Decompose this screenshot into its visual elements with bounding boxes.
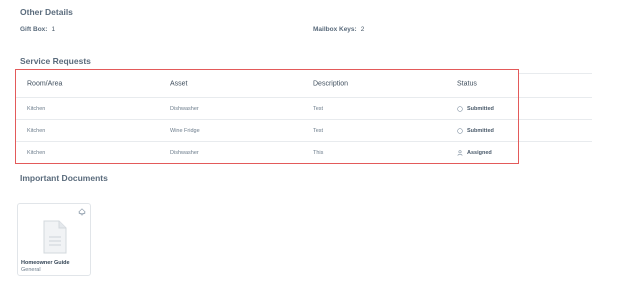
description-cell: Test	[313, 105, 324, 112]
mailbox-keys-label: Mailbox Keys:	[313, 26, 357, 33]
document-category: General	[21, 267, 41, 273]
description-cell: Test	[313, 127, 324, 134]
asset-cell: Dishwasher	[170, 105, 199, 112]
service-requests-table: Room/Area Asset Description Status Kitch…	[15, 69, 519, 164]
row-divider	[519, 97, 592, 98]
status-cell: Assigned	[457, 150, 492, 156]
user-icon	[457, 150, 463, 156]
room-cell: Kitchen	[27, 105, 46, 112]
mailbox-keys-field: Mailbox Keys: 2	[313, 26, 364, 33]
table-row[interactable]: Kitchen Wine Fridge Test Submitted	[16, 120, 518, 142]
room-cell: Kitchen	[27, 150, 46, 156]
gift-box-field: Gift Box: 1	[20, 26, 55, 33]
share-icon[interactable]	[78, 208, 86, 216]
other-details-title: Other Details	[20, 7, 73, 17]
table-header-row: Room/Area Asset Description Status	[16, 70, 518, 98]
column-header-room[interactable]: Room/Area	[27, 80, 62, 87]
status-cell: Submitted	[457, 106, 494, 112]
room-cell: Kitchen	[27, 127, 46, 134]
gift-box-label: Gift Box:	[20, 26, 48, 33]
column-header-status[interactable]: Status	[457, 80, 477, 87]
document-icon	[43, 220, 67, 254]
table-row[interactable]: Kitchen Dishwasher This Assigned	[16, 142, 518, 164]
important-documents-title: Important Documents	[20, 173, 108, 183]
document-name: Homeowner Guide	[21, 260, 70, 266]
table-row[interactable]: Kitchen Dishwasher Test Submitted	[16, 98, 518, 120]
status-label: Submitted	[467, 127, 494, 134]
column-header-description[interactable]: Description	[313, 80, 348, 87]
status-label: Submitted	[467, 105, 494, 112]
row-divider	[519, 141, 592, 142]
row-divider	[519, 73, 592, 74]
row-divider	[519, 119, 592, 120]
gift-box-value: 1	[51, 26, 56, 33]
circle-icon	[457, 127, 463, 134]
service-requests-title: Service Requests	[20, 56, 91, 66]
description-cell: This	[313, 150, 324, 156]
document-card[interactable]: Homeowner Guide General	[17, 203, 91, 276]
status-label: Assigned	[467, 150, 492, 156]
asset-cell: Dishwasher	[170, 150, 199, 156]
asset-cell: Wine Fridge	[170, 127, 200, 134]
mailbox-keys-value: 2	[360, 26, 365, 33]
status-cell: Submitted	[457, 128, 494, 134]
circle-icon	[457, 105, 463, 112]
column-header-asset[interactable]: Asset	[170, 80, 188, 87]
